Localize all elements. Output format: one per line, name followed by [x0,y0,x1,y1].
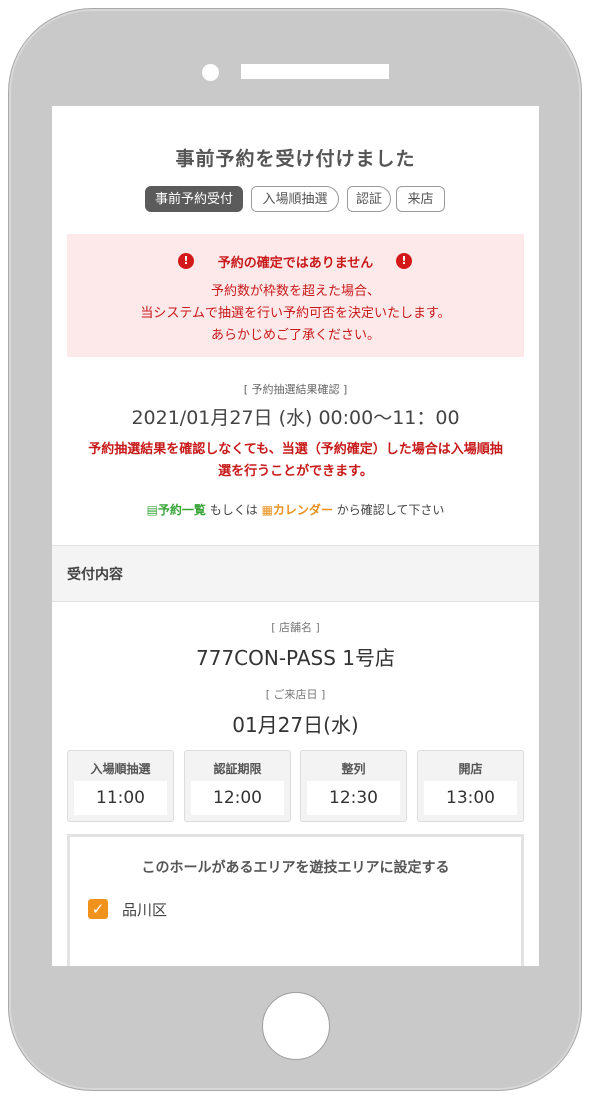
tile-auth-deadline: 認証期限 12:00 [184,750,291,822]
visit-date: 01月27日(水) [232,713,359,737]
lottery-note: 予約抽選結果を確認しなくても、当選（予約確定）した場合は入場順抽 選を行うことが… [62,439,529,483]
calendar-link[interactable]: ▦カレンダー [262,503,333,517]
lottery-result-time: 2021/01月27日 (水) 00:00〜11：00 [131,407,460,429]
screen: 事前予約を受け付けました 事前予約受付 入場順抽選 認証 来店 ! 予約の確定で… [52,106,539,966]
tile-value: 13:00 [424,781,517,815]
alert-title: 予約の確定ではありません [217,256,374,271]
links-or: もしくは [205,503,262,517]
store-label: [ 店舗名 ] [271,621,320,634]
alert-line: 当システムで抽選を行い予約可否を決定いたします。 [140,306,451,321]
step-visit: 来店 [396,186,445,212]
checkmark-icon: ✓ [91,900,105,918]
document-icon: ▤ [146,503,158,517]
step-lottery: 入場順抽選 [251,186,339,212]
speaker-grill [241,64,389,79]
visit-date-label: [ ご来店日 ] [265,688,326,701]
reservation-list-label: 予約一覧 [157,503,206,517]
alert-box: ! 予約の確定ではありません ! 予約数が枠数を超えた場合、 当システムで抽選を… [67,234,524,357]
camera-icon [202,64,219,81]
tile-title: 認証期限 [213,762,262,776]
area-title: このホールがあるエリアを遊技エリアに設定する [141,860,450,876]
tile-value: 12:30 [307,781,400,815]
tile-title: 入場順抽選 [90,762,151,776]
alert-line: 予約数が枠数を超えた場合、 [210,284,380,299]
tile-title: 開店 [458,762,483,776]
lottery-note-line: 選を行うことができます。 [218,464,373,479]
confirm-links: ▤予約一覧 もしくは ▦カレンダー から確認して下さい [52,501,539,518]
page-title: 事前予約を受け付けました [175,148,416,170]
tile-title: 整列 [341,762,366,776]
step-auth: 認証 [347,186,391,212]
calendar-icon: ▦ [261,503,273,517]
lottery-note-line: 予約抽選結果を確認しなくても、当選（予約確定）した場合は入場順抽 [88,442,503,457]
store-name: 777CON-PASS 1号店 [196,646,395,670]
links-suffix: から確認して下さい [332,503,445,517]
section-header: 受付内容 [52,545,539,602]
tile-line-up: 整列 12:30 [300,750,407,822]
area-setting-box: このホールがあるエリアを遊技エリアに設定する ✓ 品川区 [67,834,524,966]
area-checkbox-label[interactable]: 品川区 [122,899,167,920]
area-checkbox[interactable]: ✓ [88,899,108,919]
tile-lottery: 入場順抽選 11:00 [67,750,174,822]
lottery-result-label: [ 予約抽選結果確認 ] [243,383,348,396]
calendar-label: カレンダー [272,503,333,517]
home-button[interactable] [262,992,330,1060]
schedule-tiles: 入場順抽選 11:00 認証期限 12:00 整列 12:30 開店 13:00 [67,750,524,822]
exclamation-circle-icon: ! [396,253,412,269]
reservation-list-link[interactable]: ▤予約一覧 [147,503,206,517]
step-reservation: 事前予約受付 [145,186,243,212]
alert-line: あらかじめご了承ください。 [210,328,380,343]
section-title: 受付内容 [67,567,123,583]
tile-opening: 開店 13:00 [417,750,524,822]
tile-value: 11:00 [74,781,167,815]
tile-value: 12:00 [191,781,284,815]
